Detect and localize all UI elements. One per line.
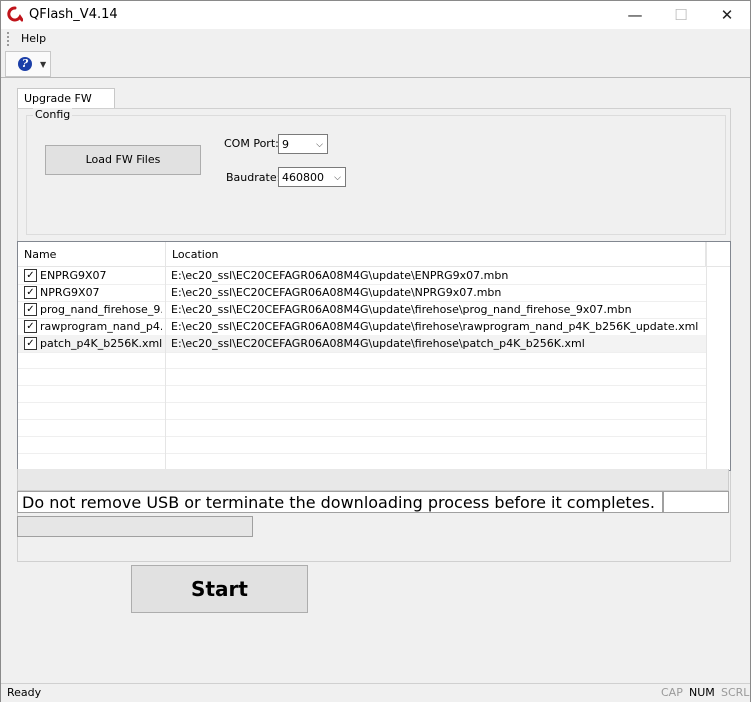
list-item[interactable]: ✓ rawprogram_nand_p4... E:\ec20_ssl\EC20CE… bbox=[18, 318, 706, 336]
window-title: QFlash_V4.14 bbox=[29, 7, 118, 22]
close-button[interactable]: ✕ bbox=[704, 1, 750, 29]
empty-row-line bbox=[18, 402, 706, 403]
column-header-name[interactable]: Name bbox=[18, 242, 166, 266]
toolbar-dropdown-icon[interactable]: ▼ bbox=[40, 60, 46, 69]
empty-row-line bbox=[18, 368, 706, 369]
menu-grip-icon bbox=[7, 32, 11, 46]
tab-upgrade-fw[interactable]: Upgrade FW bbox=[17, 88, 115, 108]
baudrate-value: 460800 bbox=[282, 171, 324, 184]
file-location: E:\ec20_ssl\EC20CEFAGR06A08M4G\update\EN… bbox=[171, 269, 509, 282]
start-button[interactable]: Start bbox=[131, 565, 308, 613]
file-checkbox[interactable]: ✓ bbox=[24, 269, 37, 282]
file-name: ENPRG9X07 bbox=[40, 269, 107, 282]
list-item[interactable]: ✓ prog_nand_firehose_9... E:\ec20_ssl\EC20… bbox=[18, 301, 706, 319]
list-item[interactable]: ✓ patch_p4K_b256K.xml E:\ec20_ssl\EC20CEFA… bbox=[18, 335, 706, 353]
cap-indicator: CAP bbox=[661, 686, 683, 699]
status-message-aux bbox=[663, 491, 729, 513]
empty-row-line bbox=[18, 385, 706, 386]
qflash-logo-icon bbox=[7, 6, 23, 22]
qflash-window: QFlash_V4.14 — ☐ ✕ Help ? ▼ Upgrade FW C… bbox=[0, 0, 751, 702]
empty-row-line bbox=[18, 436, 706, 437]
com-port-label: COM Port: bbox=[224, 137, 279, 150]
file-location: E:\ec20_ssl\EC20CEFAGR06A08M4G\update\NP… bbox=[171, 286, 502, 299]
scrl-indicator: SCRL bbox=[721, 686, 750, 699]
baudrate-label: Baudrate: bbox=[226, 171, 281, 184]
list-item[interactable]: ✓ NPRG9X07 E:\ec20_ssl\EC20CEFAGR06A08M4G\… bbox=[18, 284, 706, 302]
chevron-down-icon: ⌵ bbox=[316, 140, 323, 150]
toolbar-group: ? ▼ bbox=[5, 51, 51, 77]
file-checkbox[interactable]: ✓ bbox=[24, 286, 37, 299]
load-fw-files-button[interactable]: Load FW Files bbox=[45, 145, 201, 175]
menu-help[interactable]: Help bbox=[21, 32, 46, 45]
client-area: Upgrade FW Config Load FW Files COM Port… bbox=[5, 78, 746, 682]
file-location: E:\ec20_ssl\EC20CEFAGR06A08M4G\update\fi… bbox=[171, 303, 632, 316]
num-indicator: NUM bbox=[689, 686, 715, 699]
file-checkbox[interactable]: ✓ bbox=[24, 303, 37, 316]
file-name: rawprogram_nand_p4... bbox=[40, 320, 162, 333]
menu-bar: Help bbox=[1, 29, 750, 49]
com-port-select[interactable]: 9 ⌵ bbox=[278, 134, 328, 154]
config-group: Config Load FW Files COM Port: 9 ⌵ Baudr… bbox=[26, 108, 726, 235]
column-divider bbox=[165, 266, 166, 470]
fw-file-list[interactable]: Name Location ✓ ENPRG9X07 E:\ec20_ssl\EC20… bbox=[17, 241, 731, 471]
minimize-button[interactable]: — bbox=[612, 1, 658, 29]
empty-row-line bbox=[18, 419, 706, 420]
title-bar[interactable]: QFlash_V4.14 — ☐ ✕ bbox=[1, 1, 750, 29]
file-checkbox[interactable]: ✓ bbox=[24, 337, 37, 350]
com-port-value: 9 bbox=[282, 138, 289, 151]
config-group-label: Config bbox=[33, 108, 73, 121]
file-checkbox[interactable]: ✓ bbox=[24, 320, 37, 333]
column-header-location[interactable]: Location bbox=[166, 242, 706, 266]
list-header: Name Location bbox=[18, 242, 730, 267]
status-text: Ready bbox=[7, 686, 42, 699]
toolbar: ? ▼ bbox=[1, 49, 750, 78]
status-bar: Ready CAP NUM SCRL bbox=[1, 683, 750, 702]
file-name: NPRG9X07 bbox=[40, 286, 100, 299]
baudrate-select[interactable]: 460800 ⌵ bbox=[278, 167, 346, 187]
empty-row-line bbox=[18, 453, 706, 454]
maximize-button[interactable]: ☐ bbox=[658, 1, 704, 29]
file-location: E:\ec20_ssl\EC20CEFAGR06A08M4G\update\fi… bbox=[171, 337, 585, 350]
file-name: patch_p4K_b256K.xml bbox=[40, 337, 162, 350]
status-message: Do not remove USB or terminate the downl… bbox=[17, 491, 663, 513]
help-icon[interactable]: ? bbox=[18, 57, 32, 71]
list-item[interactable]: ✓ ENPRG9X07 E:\ec20_ssl\EC20CEFAGR06A08M4G… bbox=[18, 267, 706, 285]
progress-bar bbox=[17, 516, 253, 537]
horizontal-scrollbar[interactable] bbox=[17, 469, 729, 491]
column-divider bbox=[706, 242, 707, 470]
chevron-down-icon: ⌵ bbox=[334, 173, 341, 183]
file-location: E:\ec20_ssl\EC20CEFAGR06A08M4G\update\fi… bbox=[171, 320, 699, 333]
file-name: prog_nand_firehose_9... bbox=[40, 303, 162, 316]
